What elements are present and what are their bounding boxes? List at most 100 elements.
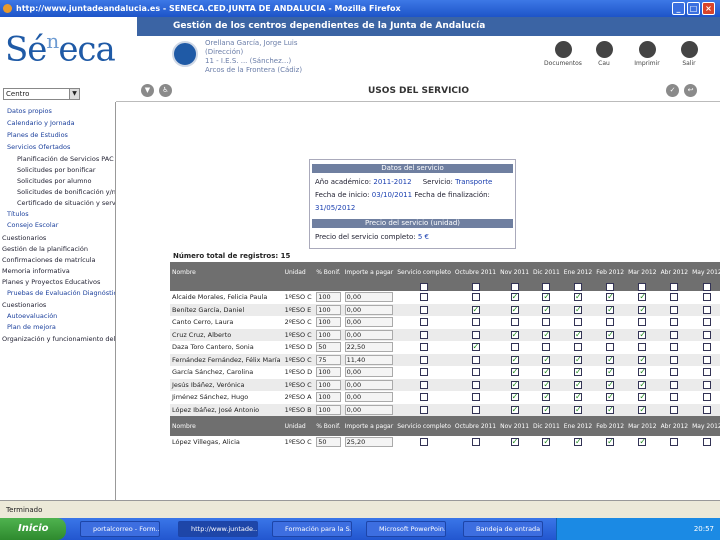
select-all-checkbox[interactable]: [452, 282, 499, 291]
task-portalcorreo[interactable]: portalcorreo - Form...: [80, 521, 160, 537]
checkbox[interactable]: [471, 282, 480, 291]
sidebar-item[interactable]: Calendario y Jornada: [7, 118, 75, 128]
bonus-input[interactable]: 100: [314, 403, 343, 416]
field-value[interactable]: 0,00: [344, 304, 394, 315]
usage-checkbox[interactable]: [670, 305, 679, 314]
usage-checkbox[interactable]: [510, 355, 519, 364]
sidebar-item[interactable]: Cuestionarios: [2, 233, 46, 243]
usage-checkbox[interactable]: [638, 438, 647, 447]
close-button[interactable]: ×: [702, 2, 715, 15]
usage-checkbox[interactable]: [420, 343, 429, 352]
amount-input[interactable]: 0,00: [342, 391, 396, 404]
usage-checkbox[interactable]: [542, 305, 551, 314]
amount-input[interactable]: 0,00: [342, 303, 396, 316]
usage-checkbox[interactable]: [702, 355, 711, 364]
bonus-input[interactable]: 50: [314, 436, 343, 449]
sidebar-item[interactable]: Planes y Proyectos Educativos: [2, 277, 100, 287]
field-value[interactable]: 100: [316, 317, 341, 328]
field-value[interactable]: 100: [316, 304, 341, 315]
amount-input[interactable]: 0,00: [342, 378, 396, 391]
sidebar-item[interactable]: Títulos: [7, 209, 29, 219]
usage-checkbox[interactable]: [638, 380, 647, 389]
sidebar-item[interactable]: Cuestionarios: [2, 300, 46, 310]
field-value[interactable]: 100: [316, 329, 341, 340]
field-value[interactable]: 100: [316, 392, 341, 403]
usage-checkbox[interactable]: [670, 343, 679, 352]
usage-checkbox[interactable]: [670, 330, 679, 339]
select-all-checkbox[interactable]: [561, 282, 595, 291]
usage-checkbox[interactable]: [471, 380, 480, 389]
usage-checkbox[interactable]: [574, 380, 583, 389]
usage-checkbox[interactable]: [510, 393, 519, 402]
sidebar-item[interactable]: Servicios Ofertados: [7, 142, 70, 152]
sidebar-item[interactable]: Solicitudes de bonificación y/no: [17, 187, 115, 197]
usage-checkbox[interactable]: [606, 293, 615, 302]
amount-input[interactable]: 0,00: [342, 328, 396, 341]
usage-checkbox[interactable]: [574, 393, 583, 402]
checkbox[interactable]: [510, 282, 519, 291]
usage-checkbox[interactable]: [471, 438, 480, 447]
checkbox[interactable]: [606, 282, 615, 291]
usage-checkbox[interactable]: [542, 355, 551, 364]
usage-checkbox[interactable]: [542, 393, 551, 402]
usage-checkbox[interactable]: [606, 330, 615, 339]
usage-checkbox[interactable]: [670, 293, 679, 302]
usage-checkbox[interactable]: [542, 318, 551, 327]
field-value[interactable]: 25,20: [344, 437, 394, 448]
usage-checkbox[interactable]: [420, 380, 429, 389]
usage-checkbox[interactable]: [702, 368, 711, 377]
usage-checkbox[interactable]: [420, 293, 429, 302]
cau-button[interactable]: Cau: [584, 41, 624, 67]
usage-checkbox[interactable]: [510, 330, 519, 339]
usage-checkbox[interactable]: [670, 368, 679, 377]
usage-checkbox[interactable]: [542, 438, 551, 447]
usage-checkbox[interactable]: [574, 368, 583, 377]
select-all-checkbox[interactable]: [594, 282, 627, 291]
usage-checkbox[interactable]: [542, 380, 551, 389]
usage-checkbox[interactable]: [702, 293, 711, 302]
usage-checkbox[interactable]: [638, 293, 647, 302]
usage-checkbox[interactable]: [420, 355, 429, 364]
amount-input[interactable]: 0,00: [342, 366, 396, 379]
usage-checkbox[interactable]: [542, 405, 551, 414]
usage-checkbox[interactable]: [638, 368, 647, 377]
print-button[interactable]: Imprimir: [627, 41, 667, 67]
usage-checkbox[interactable]: [702, 318, 711, 327]
usage-checkbox[interactable]: [670, 393, 679, 402]
profile-select[interactable]: Centro ▼: [3, 88, 80, 100]
usage-checkbox[interactable]: [670, 318, 679, 327]
checkbox[interactable]: [702, 282, 711, 291]
accept-icon[interactable]: ✓: [666, 84, 679, 97]
minimize-button[interactable]: _: [672, 2, 685, 15]
sidebar-item[interactable]: Memoria informativa: [2, 266, 70, 276]
usage-checkbox[interactable]: [420, 305, 429, 314]
usage-checkbox[interactable]: [510, 293, 519, 302]
amount-input[interactable]: 25,20: [342, 436, 396, 449]
bonus-input[interactable]: 75: [314, 353, 343, 366]
usage-checkbox[interactable]: [702, 393, 711, 402]
usage-checkbox[interactable]: [510, 438, 519, 447]
sidebar-item[interactable]: Datos propios: [7, 106, 52, 116]
usage-checkbox[interactable]: [638, 330, 647, 339]
usage-checkbox[interactable]: [606, 380, 615, 389]
usage-checkbox[interactable]: [542, 293, 551, 302]
usage-checkbox[interactable]: [606, 368, 615, 377]
usage-checkbox[interactable]: [510, 405, 519, 414]
bonus-input[interactable]: 100: [314, 328, 343, 341]
usage-checkbox[interactable]: [638, 355, 647, 364]
usage-checkbox[interactable]: [542, 368, 551, 377]
field-value[interactable]: 50: [316, 437, 341, 448]
usage-checkbox[interactable]: [638, 343, 647, 352]
sidebar-item[interactable]: Gestión de la planificación: [2, 244, 88, 254]
sidebar-item[interactable]: Planes de Estudios: [7, 130, 68, 140]
maximize-button[interactable]: □: [687, 2, 700, 15]
field-value[interactable]: 100: [316, 404, 341, 415]
task-formacion[interactable]: Formación para la S...: [272, 521, 352, 537]
checkbox[interactable]: [574, 282, 583, 291]
usage-checkbox[interactable]: [471, 305, 480, 314]
field-value[interactable]: 50: [316, 342, 341, 353]
field-value[interactable]: 22,50: [344, 342, 394, 353]
back-icon[interactable]: ↩: [684, 84, 697, 97]
start-button[interactable]: Inicio: [0, 518, 66, 540]
usage-checkbox[interactable]: [420, 393, 429, 402]
